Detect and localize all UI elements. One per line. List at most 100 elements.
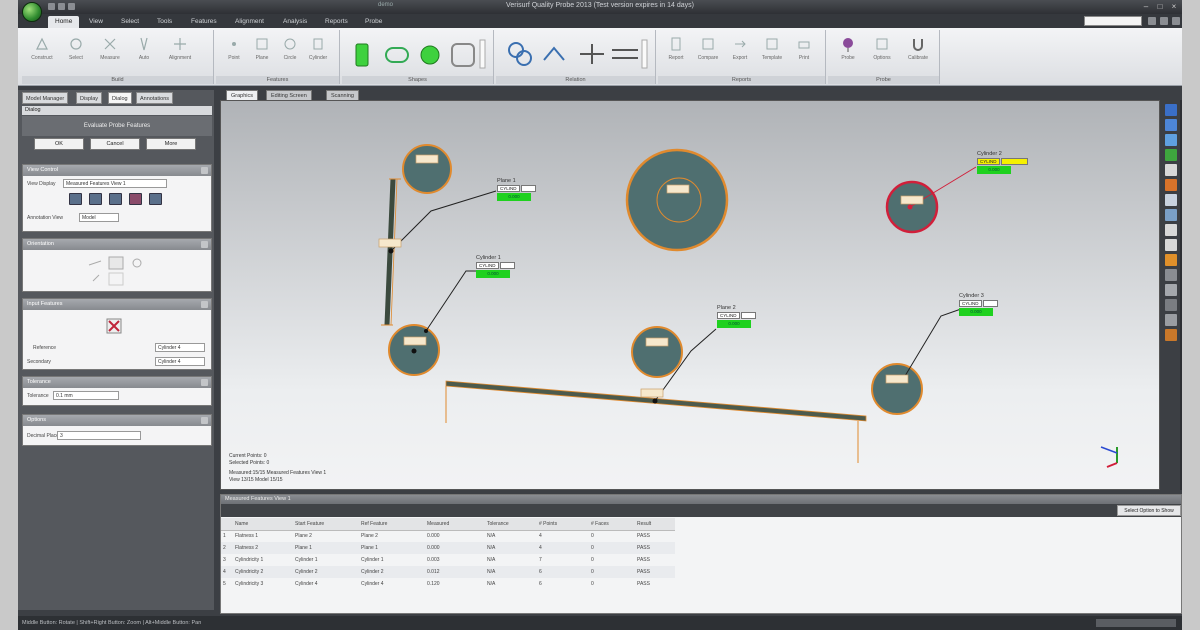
table-row[interactable]: 5 Cylindricity 3 Cylinder 4 Cylinder 4 0.120… bbox=[221, 578, 675, 590]
feature-annotation-selected[interactable]: Cylinder 2 CYLIND 0.000 bbox=[977, 151, 1028, 174]
tab-features[interactable]: Features bbox=[184, 16, 224, 28]
view-iso-icon[interactable] bbox=[149, 193, 162, 205]
pan-icon[interactable] bbox=[1165, 239, 1177, 251]
more-button[interactable]: More bbox=[146, 138, 196, 150]
maximize-icon[interactable]: □ bbox=[1154, 2, 1166, 11]
feature-annotation[interactable]: Cylinder 1 CYLIND 0.000 bbox=[476, 255, 515, 278]
auto-button[interactable]: Auto bbox=[130, 36, 158, 74]
decimal-places-input[interactable]: 3 bbox=[57, 431, 141, 440]
tab-analysis[interactable]: Analysis bbox=[276, 16, 314, 28]
layer-icon[interactable] bbox=[1165, 269, 1177, 281]
collapse-icon[interactable] bbox=[201, 167, 208, 174]
options-section: Options Decimal Places 3 bbox=[22, 414, 212, 446]
view-side-icon[interactable] bbox=[109, 193, 122, 205]
shade-icon[interactable] bbox=[1165, 179, 1177, 191]
view-iso-icon[interactable] bbox=[1165, 149, 1177, 161]
table-row[interactable]: 3 Cylindricity 1 Cylinder 1 Cylinder 1 0.003… bbox=[221, 554, 675, 566]
cylinder-feature[interactable] bbox=[631, 326, 683, 378]
feature-annotation[interactable]: Plane 2 CYLIND 0.000 bbox=[717, 305, 756, 328]
zoom-icon[interactable] bbox=[1165, 224, 1177, 236]
cylinder-feature[interactable] bbox=[625, 148, 729, 252]
light-icon[interactable] bbox=[1165, 329, 1177, 341]
ribbon-options-icon[interactable] bbox=[1172, 17, 1180, 25]
template-button[interactable]: Template bbox=[758, 36, 786, 74]
collapse-icon[interactable] bbox=[201, 301, 208, 308]
tab-tools[interactable]: Tools bbox=[150, 16, 179, 28]
ribbon-collapse-icon[interactable] bbox=[1160, 17, 1168, 25]
construct-button[interactable]: Construct bbox=[28, 36, 56, 74]
tab-home[interactable]: Home bbox=[48, 16, 80, 28]
alignment-button[interactable]: Alignment bbox=[166, 36, 194, 74]
tab-display[interactable]: Display bbox=[76, 92, 103, 104]
measure-button[interactable]: Measure bbox=[96, 36, 124, 74]
show-options-button[interactable]: Select Option to Show bbox=[1117, 505, 1181, 516]
export-button[interactable]: Export bbox=[726, 36, 754, 74]
application-menu-button[interactable] bbox=[22, 2, 42, 22]
tab-dialog[interactable]: Dialog bbox=[108, 92, 132, 104]
tab-reports[interactable]: Reports bbox=[318, 16, 355, 28]
cylinder-feature[interactable] bbox=[402, 144, 452, 194]
section-title[interactable]: Orientation bbox=[23, 239, 211, 250]
clip-icon[interactable] bbox=[1165, 314, 1177, 326]
view-display-select[interactable]: Measured Features View 1 bbox=[63, 179, 167, 188]
grid-icon[interactable] bbox=[1165, 284, 1177, 296]
tab-probe[interactable]: Probe bbox=[358, 16, 389, 28]
calibrate-button[interactable]: Calibrate bbox=[904, 36, 932, 74]
probe-button[interactable]: Probe bbox=[834, 36, 862, 74]
help-icon[interactable] bbox=[1148, 17, 1156, 25]
measure-icon[interactable] bbox=[1165, 299, 1177, 311]
close-icon[interactable]: × bbox=[1168, 2, 1180, 11]
collapse-icon[interactable] bbox=[201, 379, 208, 386]
tab-view[interactable]: View bbox=[82, 16, 110, 28]
tab-select[interactable]: Select bbox=[114, 16, 146, 28]
view-fit-icon[interactable] bbox=[1165, 164, 1177, 176]
minimize-icon[interactable]: – bbox=[1140, 2, 1152, 11]
wireframe-icon[interactable] bbox=[1165, 194, 1177, 206]
tab-alignment[interactable]: Alignment bbox=[228, 16, 271, 28]
reference-select[interactable]: Cylinder 4 bbox=[155, 343, 205, 352]
plane-button[interactable]: Plane bbox=[248, 36, 276, 74]
orientation-picker[interactable] bbox=[83, 253, 153, 289]
annotation-view-select[interactable]: Model bbox=[79, 213, 119, 222]
cylinder-feature[interactable] bbox=[871, 363, 923, 415]
tab-annotations[interactable]: Annotations bbox=[136, 92, 174, 104]
feature-select-icon[interactable] bbox=[105, 317, 125, 335]
highlight-icon[interactable] bbox=[1165, 254, 1177, 266]
select-button[interactable]: Select bbox=[62, 36, 90, 74]
point-button[interactable]: Point bbox=[220, 36, 248, 74]
report-button[interactable]: Report bbox=[662, 36, 690, 74]
view-top-icon[interactable] bbox=[1165, 134, 1177, 146]
table-row[interactable]: 2 Flatness 2 Plane 1 Plane 1 0.000 N/A 4 0 PASS bbox=[221, 542, 675, 554]
probe-options-button[interactable]: Options bbox=[868, 36, 896, 74]
section-icon[interactable] bbox=[1165, 209, 1177, 221]
secondary-select[interactable]: Cylinder 4 bbox=[155, 357, 205, 366]
table-row[interactable]: 4 Cylindricity 2 Cylinder 2 Cylinder 2 0.012… bbox=[221, 566, 675, 578]
tolerance-input[interactable]: 0.1 mm bbox=[53, 391, 119, 400]
point-icon bbox=[232, 42, 236, 46]
view-front-icon[interactable] bbox=[69, 193, 82, 205]
table-row[interactable]: 1 Flatness 1 Plane 2 Plane 2 0.000 N/A 4 0 PASS bbox=[221, 530, 675, 542]
section-title[interactable]: Options bbox=[23, 415, 211, 426]
ok-button[interactable]: OK bbox=[34, 138, 84, 150]
shape-icons[interactable] bbox=[348, 38, 488, 70]
graphics-viewport[interactable]: Plane 1 CYLIND 0.000 Cylinder 1 CYLIND 0… bbox=[220, 100, 1160, 490]
section-title[interactable]: View Control bbox=[23, 165, 211, 176]
collapse-icon[interactable] bbox=[201, 417, 208, 424]
view-front-icon[interactable] bbox=[1165, 104, 1177, 116]
collapse-icon[interactable] bbox=[201, 241, 208, 248]
feature-annotation[interactable]: Plane 1 CYLIND 0.000 bbox=[497, 178, 536, 201]
print-button[interactable]: Print bbox=[790, 36, 818, 74]
tab-model-manager[interactable]: Model Manager bbox=[22, 92, 69, 104]
relation-icons[interactable] bbox=[500, 38, 650, 70]
feature-annotation[interactable]: Cylinder 3 CYLIND 0.000 bbox=[959, 293, 998, 316]
cylinder-button[interactable]: Cylinder bbox=[304, 36, 332, 74]
section-title[interactable]: Tolerance bbox=[23, 377, 211, 388]
cancel-button[interactable]: Cancel bbox=[90, 138, 140, 150]
view-back-icon[interactable] bbox=[1165, 119, 1177, 131]
view-delete-icon[interactable] bbox=[129, 193, 142, 205]
section-title[interactable]: Input Features bbox=[23, 299, 211, 310]
circle-button[interactable]: Circle bbox=[276, 36, 304, 74]
view-top-icon[interactable] bbox=[89, 193, 102, 205]
compare-button[interactable]: Compare bbox=[694, 36, 722, 74]
ribbon-search-input[interactable] bbox=[1084, 16, 1142, 26]
